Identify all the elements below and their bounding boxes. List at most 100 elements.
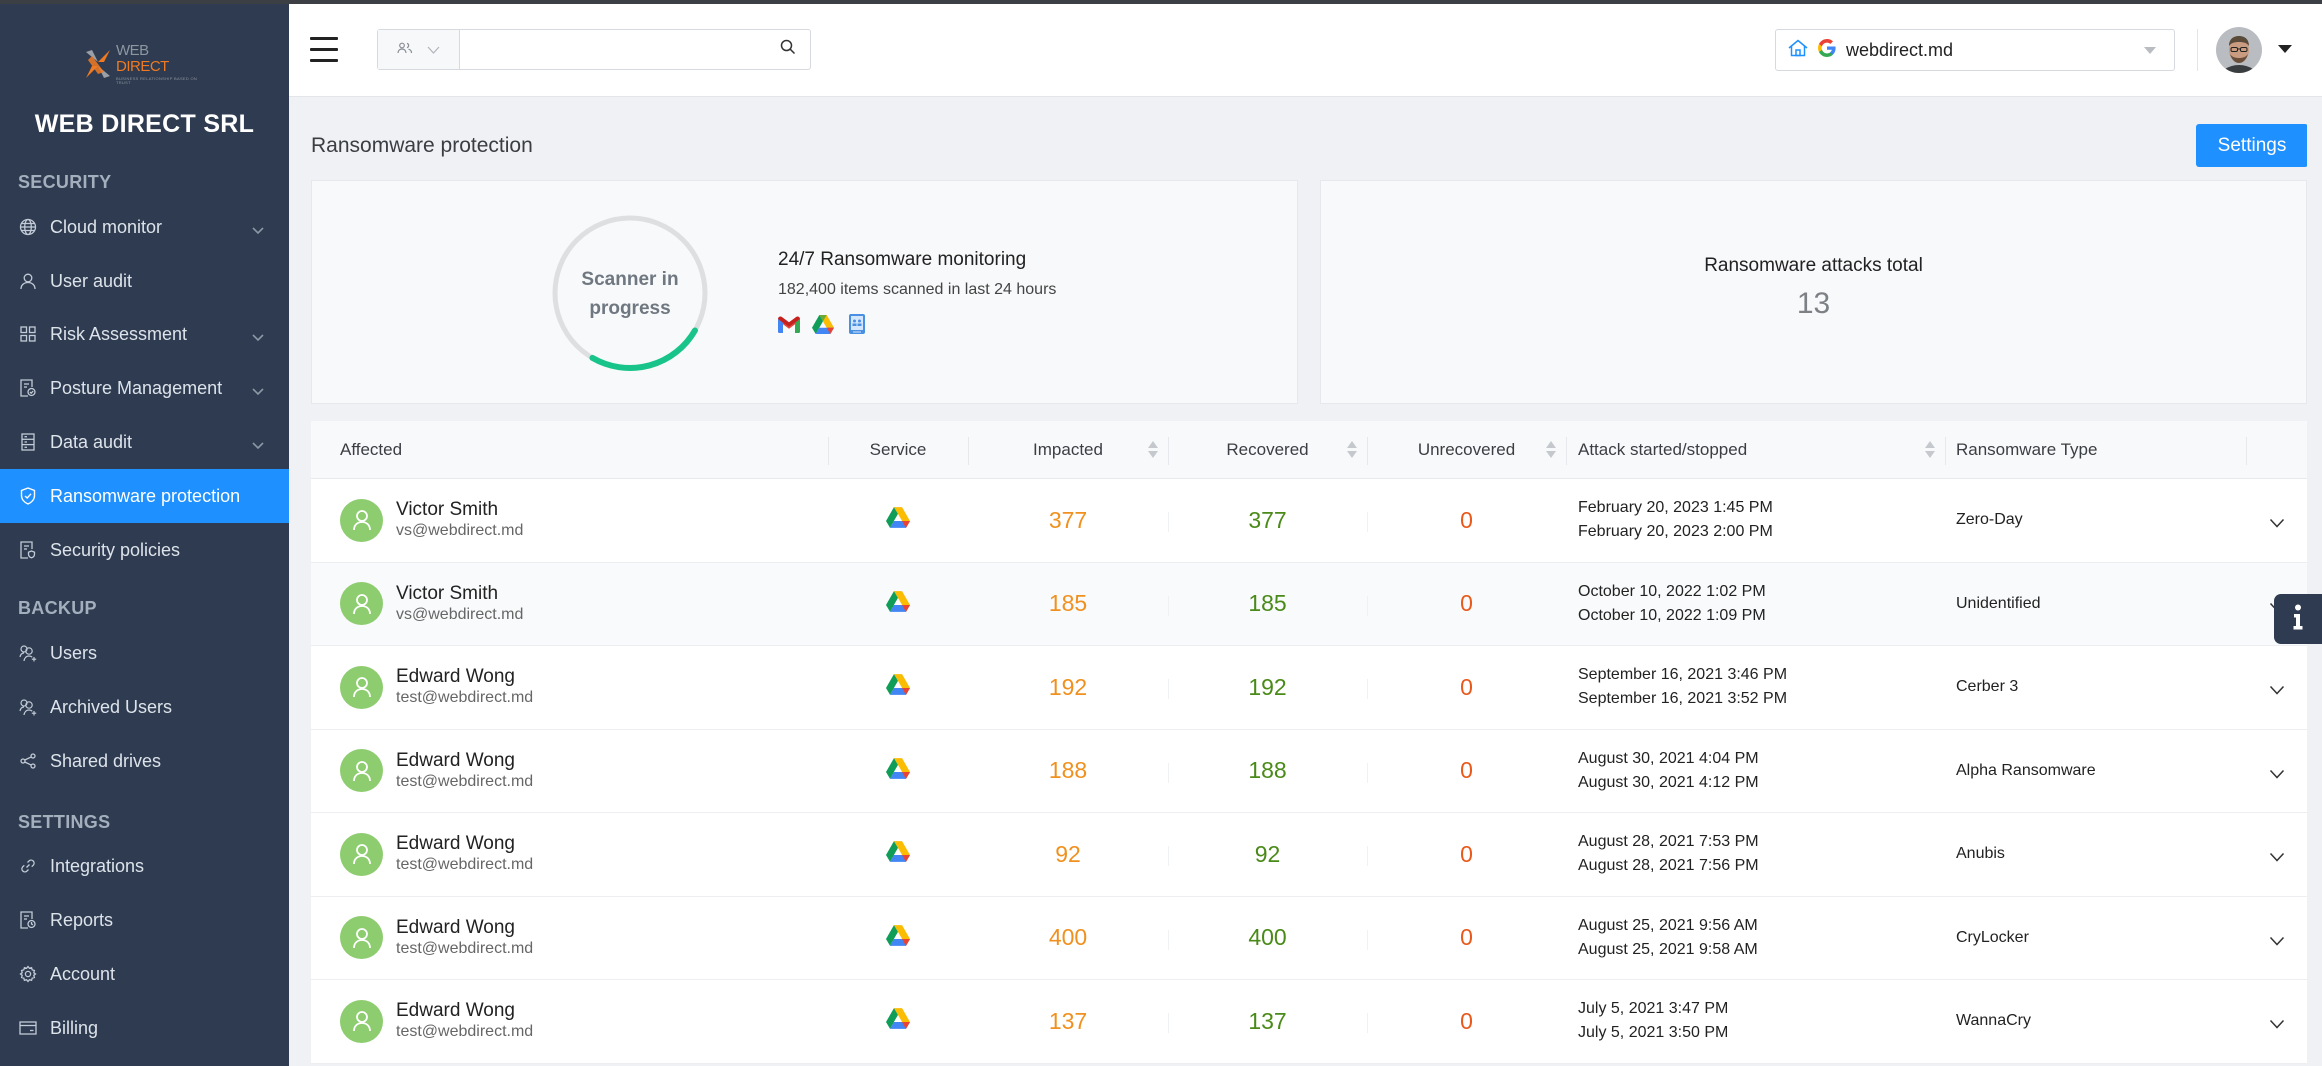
column-impacted[interactable]: Impacted [968, 421, 1168, 479]
hamburger-bar [310, 37, 338, 40]
search-scope-dropdown[interactable] [378, 30, 460, 69]
settings-button[interactable]: Settings [2196, 124, 2308, 167]
chevron-down-icon [2269, 766, 2285, 776]
table-body: Victor Smithvs@webdirect.md3773770Februa… [311, 479, 2307, 1064]
ransomware-type: Anubis [1956, 845, 2005, 863]
service-cell [828, 479, 968, 562]
user-info: Edward Wongtest@webdirect.md [396, 666, 533, 708]
recovered-count: 377 [1248, 507, 1286, 534]
search-input[interactable] [460, 30, 766, 69]
expand-row-button[interactable] [2246, 813, 2307, 896]
google-drive-icon [886, 758, 910, 784]
user-avatar-icon [340, 1000, 383, 1043]
unrecovered-count: 0 [1460, 841, 1473, 868]
user-menu-caret-icon[interactable] [2278, 45, 2292, 53]
user-email: vs@webdirect.md [396, 605, 523, 625]
user-avatar-icon [340, 499, 383, 542]
user-info: Victor Smithvs@webdirect.md [396, 583, 523, 625]
section-backup: BACKUP [18, 598, 97, 619]
menu-toggle-button[interactable] [310, 37, 338, 63]
sidebar-item-label: Account [50, 964, 115, 985]
recovered-count: 400 [1248, 924, 1286, 951]
sidebar: WEB DIRECT BUSINESS RELATIONSHIP BASED O… [0, 4, 289, 1066]
table-row[interactable]: Victor Smithvs@webdirect.md3773770Februa… [311, 479, 2307, 563]
attack-stopped: August 28, 2021 7:56 PM [1578, 854, 1759, 878]
attacks-table: Affected Service Impacted Recovered Unre… [311, 421, 2307, 1064]
link-icon [18, 856, 38, 876]
recovered-cell: 192 [1168, 646, 1367, 729]
sort-icon[interactable] [1347, 441, 1357, 459]
sidebar-item-label: Ransomware protection [50, 486, 240, 507]
user-info: Victor Smithvs@webdirect.md [396, 499, 523, 541]
shield-check-icon [18, 486, 38, 506]
table-row[interactable]: Edward Wongtest@webdirect.md1921920Septe… [311, 646, 2307, 730]
search-button[interactable] [766, 30, 810, 69]
sidebar-item-ransomware-protection[interactable]: Ransomware protection [0, 469, 289, 523]
column-recovered[interactable]: Recovered [1168, 421, 1367, 479]
table-row[interactable]: Victor Smithvs@webdirect.md1851850Octobe… [311, 563, 2307, 647]
google-drive-icon [886, 591, 910, 617]
impacted-count: 92 [1055, 841, 1081, 868]
sort-icon[interactable] [1546, 441, 1556, 459]
expand-row-button[interactable] [2246, 479, 2307, 562]
recovered-cell: 137 [1168, 980, 1367, 1063]
sidebar-item-risk-assessment[interactable]: Risk Assessment [0, 307, 289, 361]
unrecovered-cell: 0 [1367, 813, 1566, 896]
attack-started: September 16, 2021 3:46 PM [1578, 663, 1787, 687]
sidebar-item-archived-users[interactable]: Archived Users [0, 680, 289, 734]
doc-check-icon [18, 378, 38, 398]
table-row[interactable]: Edward Wongtest@webdirect.md92920August … [311, 813, 2307, 897]
recovered-cell: 185 [1168, 563, 1367, 646]
domain-select[interactable]: webdirect.md [1775, 29, 2175, 71]
expand-row-button[interactable] [2246, 646, 2307, 729]
sidebar-item-reports[interactable]: Reports [0, 893, 289, 947]
sidebar-item-posture-management[interactable]: Posture Management [0, 361, 289, 415]
unrecovered-count: 0 [1460, 1008, 1473, 1035]
expand-row-button[interactable] [2246, 730, 2307, 813]
sidebar-item-shared-drives[interactable]: Shared drives [0, 734, 289, 788]
sidebar-item-cloud-monitor[interactable]: Cloud monitor [0, 200, 289, 254]
chevron-down-icon [2269, 849, 2285, 859]
attack-stopped: July 5, 2021 3:50 PM [1578, 1021, 1728, 1045]
column-label: Affected [340, 440, 402, 460]
sidebar-item-billing[interactable]: Billing [0, 1001, 289, 1055]
company-logo[interactable]: WEB DIRECT BUSINESS RELATIONSHIP BASED O… [84, 46, 204, 82]
page-gutter [2307, 97, 2322, 1066]
user-avatar[interactable] [2216, 27, 2262, 73]
sidebar-item-integrations[interactable]: Integrations [0, 839, 289, 893]
service-cell [828, 646, 968, 729]
table-row[interactable]: Edward Wongtest@webdirect.md1881880Augus… [311, 730, 2307, 814]
sidebar-item-account[interactable]: Account [0, 947, 289, 1001]
sort-icon[interactable] [1148, 441, 1158, 459]
attack-stopped: August 25, 2021 9:58 AM [1578, 938, 1758, 962]
impacted-count: 192 [1049, 674, 1087, 701]
user-name: Victor Smith [396, 499, 523, 521]
sidebar-item-label: Risk Assessment [50, 324, 187, 345]
sidebar-item-security-policies[interactable]: Security policies [0, 523, 289, 577]
recovered-cell: 92 [1168, 813, 1367, 896]
impacted-cell: 92 [968, 813, 1168, 896]
sidebar-item-label: Billing [50, 1018, 98, 1039]
info-button[interactable] [2274, 594, 2322, 644]
ransomware-type-cell: WannaCry [1956, 980, 2246, 1063]
sidebar-item-data-audit[interactable]: Data audit [0, 415, 289, 469]
table-header: Affected Service Impacted Recovered Unre… [311, 421, 2307, 479]
column-ransomware-type: Ransomware Type [1956, 421, 2246, 479]
google-drive-icon [812, 313, 834, 335]
google-drive-icon [886, 674, 910, 700]
column-unrecovered[interactable]: Unrecovered [1367, 421, 1566, 479]
table-row[interactable]: Edward Wongtest@webdirect.md1371370July … [311, 980, 2307, 1064]
affected-cell: Victor Smithvs@webdirect.md [311, 479, 828, 562]
expand-row-button[interactable] [2246, 897, 2307, 980]
table-row[interactable]: Edward Wongtest@webdirect.md4004000Augus… [311, 897, 2307, 981]
unrecovered-cell: 0 [1367, 980, 1566, 1063]
ransomware-type: Zero-Day [1956, 511, 2023, 529]
grid-icon [18, 324, 38, 344]
sort-icon[interactable] [1925, 441, 1935, 459]
column-attack-time[interactable]: Attack started/stopped [1578, 421, 1945, 479]
expand-row-button[interactable] [2246, 980, 2307, 1063]
sidebar-item-label: Cloud monitor [50, 217, 162, 238]
impacted-count: 185 [1049, 590, 1087, 617]
sidebar-item-users[interactable]: Users [0, 626, 289, 680]
sidebar-item-user-audit[interactable]: User audit [0, 254, 289, 308]
